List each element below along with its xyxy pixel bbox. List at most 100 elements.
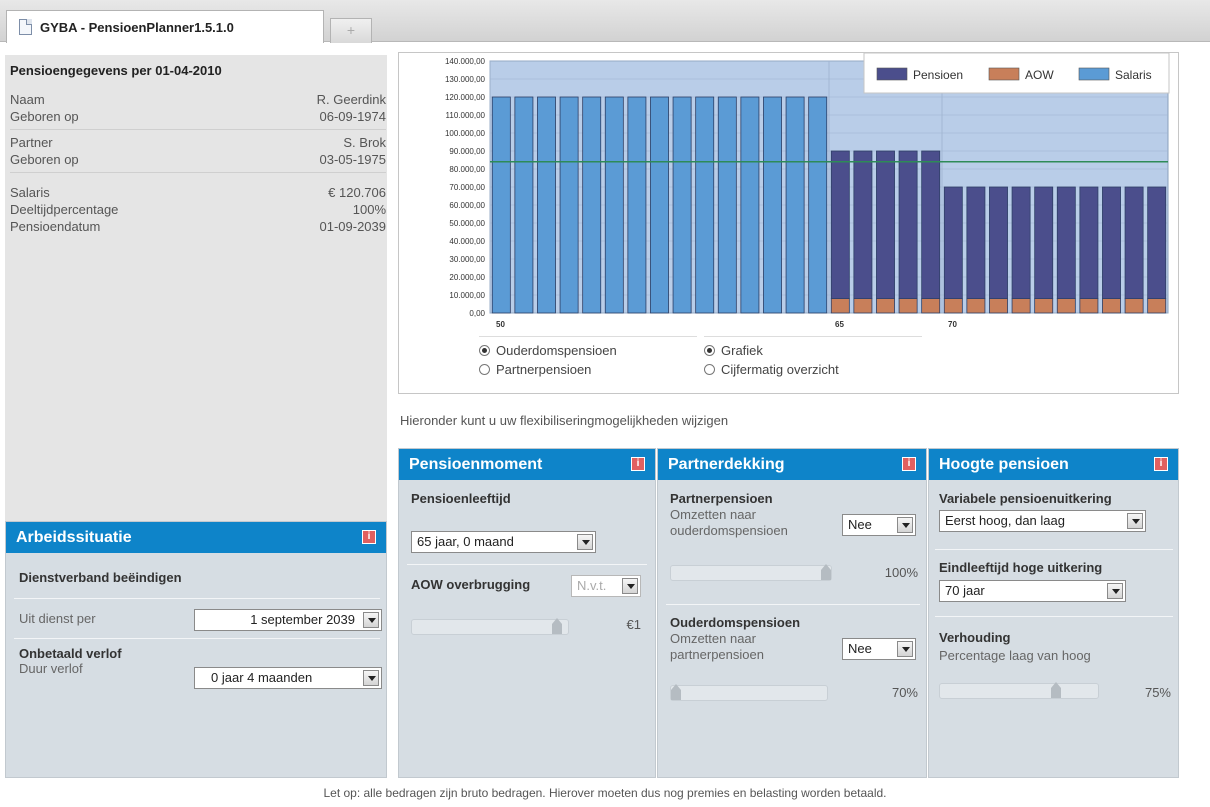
- ouderdomspensioen-select[interactable]: Nee: [842, 638, 916, 660]
- pension-chart: 0,00 10.000,00 20.000,00 30.000,00 40.000,00…: [445, 53, 1170, 329]
- help-icon[interactable]: i: [362, 530, 376, 544]
- radio-ouderdomspensioen[interactable]: Ouderdomspensioen: [479, 343, 617, 358]
- divider: [935, 616, 1173, 617]
- ouderdomspensioen-sub-label: ouderdomspensioen: [670, 523, 788, 538]
- variabele-label: Variabele pensioenuitkering: [939, 491, 1112, 506]
- aow-overbrugging-select[interactable]: N.v.t.: [571, 575, 641, 597]
- bar-salaris: [582, 96, 602, 314]
- slider-thumb[interactable]: [1051, 682, 1061, 700]
- partnerpensioen-select[interactable]: Nee: [842, 514, 916, 536]
- ouderdomspensioen-percentage: 70%: [891, 685, 918, 700]
- x-tick-label: 70: [948, 320, 957, 329]
- info-row-salaris: Salaris € 120.706: [10, 185, 386, 200]
- help-icon[interactable]: i: [631, 457, 645, 471]
- y-tick-label: 0,00: [469, 309, 485, 318]
- uit-dienst-select[interactable]: 1 september 2039: [194, 609, 382, 631]
- bar-salaris: [808, 96, 828, 314]
- chart-panel: 0,00 10.000,00 20.000,00 30.000,00 40.000,00…: [398, 52, 1179, 394]
- y-tick-label: 20.000,00: [449, 273, 485, 282]
- omzetten-label: Omzetten naar: [670, 631, 756, 646]
- y-tick-label: 60.000,00: [449, 201, 485, 210]
- radio-grafiek[interactable]: Grafiek: [704, 343, 763, 358]
- eindleeftijd-label: Eindleeftijd hoge uitkering: [939, 560, 1103, 575]
- radio-cijfermatig[interactable]: Cijfermatig overzicht: [704, 362, 839, 377]
- arbeidssituatie-panel: Arbeidssituatie i Dienstverband beëindig…: [5, 521, 387, 778]
- bar-salaris: [559, 96, 579, 314]
- bar-salaris: [604, 96, 624, 314]
- bar-aow: [921, 298, 941, 314]
- bar-aow: [898, 298, 918, 314]
- x-tick-label: 50: [496, 320, 505, 329]
- omzetten-label: Omzetten naar: [670, 507, 756, 522]
- slider-thumb[interactable]: [821, 564, 831, 582]
- legend-swatch: [988, 67, 1020, 81]
- bar-pensioen: [966, 186, 986, 299]
- bar-aow: [1011, 298, 1031, 314]
- chevron-down-icon: [363, 670, 379, 686]
- tab-pensioenplanner[interactable]: GYBA - PensioenPlanner1.5.1.0: [6, 10, 324, 43]
- help-icon[interactable]: i: [1154, 457, 1168, 471]
- partnerpensioen-percentage: 100%: [884, 565, 918, 580]
- bar-pensioen: [1102, 186, 1121, 299]
- bar-aow: [1147, 298, 1167, 314]
- percentage-label: Percentage laag van hoog: [939, 648, 1091, 663]
- onbetaald-verlof-label: Onbetaald verlof: [19, 646, 122, 661]
- divider: [407, 564, 647, 565]
- partnerpensioen-slider[interactable]: [670, 564, 832, 582]
- radio-checked-icon: [704, 345, 715, 356]
- chevron-down-icon: [363, 612, 379, 628]
- help-icon[interactable]: i: [902, 457, 916, 471]
- pensioenmoment-panel: Pensioenmoment i Pensioenleeftijd 65 jaa…: [398, 448, 656, 778]
- legend-swatch: [1078, 67, 1110, 81]
- bar-salaris: [650, 96, 669, 314]
- bar-pensioen: [1056, 186, 1076, 299]
- info-row-geboren: Geboren op 06-09-1974: [10, 109, 386, 124]
- bar-salaris: [514, 96, 534, 314]
- y-tick-label: 140.000,00: [445, 57, 486, 66]
- flex-note: Hieronder kunt u uw flexibiliseringmogel…: [400, 413, 729, 428]
- info-title: Pensioengegevens per 01-04-2010: [10, 63, 222, 78]
- bar-pensioen: [921, 150, 941, 300]
- duur-verlof-select[interactable]: 0 jaar 4 maanden: [194, 667, 382, 689]
- bar-aow: [1102, 298, 1121, 314]
- verhouding-slider[interactable]: [939, 682, 1099, 700]
- legend-label: Pensioen: [913, 68, 963, 82]
- ouderdomspensioen-slider[interactable]: [670, 684, 828, 702]
- y-tick-label: 100.000,00: [445, 129, 486, 138]
- verhouding-label: Verhouding: [939, 630, 1011, 645]
- y-tick-label: 40.000,00: [449, 237, 485, 246]
- bar-salaris: [491, 96, 511, 314]
- bar-aow: [830, 298, 850, 314]
- legend-swatch: [876, 67, 908, 81]
- bar-salaris: [740, 96, 760, 314]
- bar-pensioen: [1147, 186, 1167, 299]
- chevron-down-icon: [622, 578, 638, 594]
- radio-partnerpensioen[interactable]: Partnerpensioen: [479, 362, 591, 377]
- dienstverband-label: Dienstverband beëindigen: [19, 570, 182, 585]
- legend-label: Salaris: [1115, 68, 1152, 82]
- bar-pensioen: [853, 150, 873, 300]
- radio-unchecked-icon: [479, 364, 490, 375]
- arbeidssituatie-header: Arbeidssituatie i: [6, 522, 386, 553]
- partnerpensioen-label: Partnerpensioen: [670, 491, 773, 506]
- divider: [10, 172, 386, 173]
- info-row-deeltijd: Deeltijdpercentage 100%: [10, 202, 386, 217]
- chevron-down-icon: [897, 517, 913, 533]
- variabele-select[interactable]: Eerst hoog, dan laag: [939, 510, 1146, 532]
- ouderdomspensioen-label: Ouderdomspensioen: [670, 615, 801, 630]
- pensioenleeftijd-select[interactable]: 65 jaar, 0 maand: [411, 531, 596, 553]
- bar-pensioen: [1011, 186, 1031, 299]
- bar-pensioen: [1124, 186, 1144, 299]
- new-tab-button[interactable]: +: [330, 18, 372, 43]
- info-row-partner-geboren: Geboren op 03-05-1975: [10, 152, 386, 167]
- aow-overbrugging-label: AOW overbrugging: [411, 577, 531, 592]
- verhouding-percentage: 75%: [1144, 685, 1171, 700]
- slider-thumb[interactable]: [552, 618, 562, 636]
- slider-thumb[interactable]: [671, 684, 681, 702]
- partnerdekking-header: Partnerdekking i: [658, 449, 926, 480]
- y-tick-label: 130.000,00: [445, 75, 486, 84]
- eindleeftijd-select[interactable]: 70 jaar: [939, 580, 1126, 602]
- y-tick-label: 10.000,00: [449, 291, 485, 300]
- aow-slider[interactable]: [411, 618, 569, 636]
- y-tick-label: 50.000,00: [449, 219, 485, 228]
